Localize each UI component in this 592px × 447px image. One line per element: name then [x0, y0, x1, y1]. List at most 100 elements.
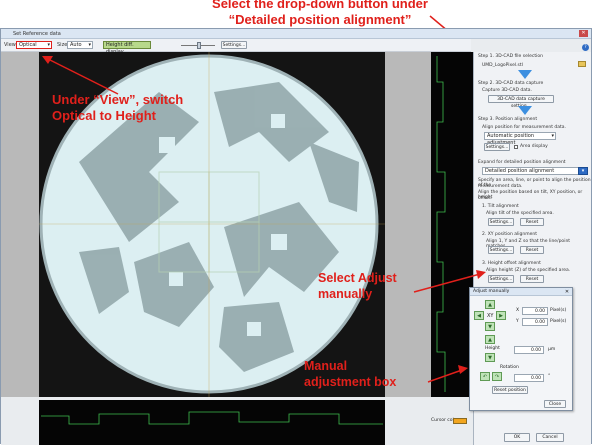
height-settings-label: Settings...	[489, 277, 513, 282]
chevron-down-icon: ▾	[581, 168, 585, 174]
cad-capture-settings-button[interactable]: 3D-CAD data capture setting...	[488, 95, 554, 109]
rotate-left-icon: ↶	[482, 374, 488, 380]
step1-title: Step 1. 3D-CAD file selection	[478, 54, 543, 59]
cancel-label: Cancel	[542, 435, 558, 440]
y-value-input[interactable]: 0.00	[522, 318, 548, 326]
step3-title: Step 3. Position alignment	[478, 117, 538, 122]
move-down-button[interactable]: ▼	[485, 322, 495, 331]
arrow-up-icon: ▲	[488, 337, 492, 343]
xy-settings-button[interactable]: Settings...	[488, 246, 514, 254]
dialog-close-icon[interactable]: ✕	[564, 289, 570, 295]
area-display-label: Area display	[520, 144, 548, 149]
arrow-up-icon: ▲	[488, 302, 492, 308]
tilt-settings-label: Settings...	[489, 220, 513, 225]
area-display-checkbox[interactable]	[514, 145, 518, 149]
annotation-arrow-view	[42, 56, 119, 95]
detailed-alignment-value: Detailed position alignment	[485, 168, 555, 174]
x-value: 0.00	[534, 309, 545, 314]
xy-title: 2. XY position alignment	[482, 232, 537, 237]
height-offset-title: 3. Height offset alignment	[482, 261, 541, 266]
lower-profile-area: Cursor color	[1, 397, 473, 445]
viewer-right-strip	[385, 52, 431, 397]
profile-panel-bottom	[39, 400, 385, 445]
size-select[interactable]: Auto ▾	[67, 41, 93, 49]
arrow-down-icon: ▼	[488, 324, 492, 330]
cursor-color-swatch[interactable]	[453, 418, 467, 424]
height-up-button[interactable]: ▲	[485, 335, 495, 344]
tilt-reset-label: Reset	[525, 220, 539, 225]
x-label: X	[516, 308, 520, 313]
xy-settings-label: Settings...	[489, 248, 513, 253]
adjust-manually-dialog: Adjust manually ✕ ▲ ◀ XY ▶ ▼ X 0.00 Pixe…	[469, 287, 573, 411]
ok-button[interactable]: OK	[504, 433, 530, 442]
rotate-ccw-button[interactable]: ↶	[480, 372, 490, 381]
detailed-alignment-select[interactable]: Detailed position alignment	[482, 167, 580, 175]
tilt-reset-button[interactable]: Reset	[520, 218, 544, 226]
xy-reset-button[interactable]: Reset	[520, 246, 544, 254]
window-close-icon[interactable]: ✕	[579, 30, 588, 37]
zoom-slider-thumb[interactable]	[197, 42, 201, 49]
chevron-down-icon: ▾	[88, 42, 91, 48]
tilt-settings-button[interactable]: Settings...	[488, 218, 514, 226]
dialog-close-button[interactable]: Close	[544, 400, 566, 408]
step-arrow-down-icon	[518, 70, 532, 79]
step1-file: UMD_LogoPixel.stl	[482, 63, 523, 68]
help-icon[interactable]: ?	[582, 44, 589, 51]
ok-label: OK	[513, 435, 521, 440]
alignment-method-select[interactable]: Automatic position adjustment▾	[484, 132, 556, 146]
arrow-down-icon: ▼	[488, 355, 492, 361]
step2-title: Step 2. 3D-CAD data capture	[478, 81, 544, 86]
xy-label: XY	[487, 313, 494, 319]
height-diff-display-toggle[interactable]: Height diff. display	[103, 41, 151, 55]
reset-position-button[interactable]: Reset position	[492, 386, 528, 394]
step3-settings-button[interactable]: Settings...	[484, 143, 510, 151]
height-settings-button[interactable]: Settings...	[488, 275, 514, 283]
detail-text-2: measurement data.	[478, 184, 523, 189]
dialog-close-label: Close	[548, 402, 562, 407]
chevron-down-icon: ▾	[47, 42, 50, 48]
height-down-button[interactable]: ▼	[485, 353, 495, 362]
height-reset-label: Reset	[525, 277, 539, 282]
rotation-label: Rotation	[500, 365, 519, 370]
rotate-right-icon: ↷	[494, 374, 500, 380]
move-right-button[interactable]: ▶	[496, 311, 506, 320]
step3-settings-label: Settings...	[485, 145, 509, 150]
rotation-unit: °	[548, 374, 551, 379]
height-reset-button[interactable]: Reset	[520, 275, 544, 283]
height-unit: µm	[548, 347, 556, 352]
step2-text: Capture 3D-CAD data.	[482, 88, 532, 93]
arrow-right-icon: ▶	[499, 313, 503, 319]
xy-reset-label: Reset	[525, 248, 539, 253]
profile-trace-right	[436, 56, 446, 392]
y-value: 0.00	[534, 320, 545, 325]
y-unit: Pixel(s)	[550, 319, 567, 324]
profile-panel-right	[431, 52, 473, 397]
profile-trace-bottom	[41, 411, 383, 425]
rotation-value-input[interactable]: 0.00	[514, 374, 544, 382]
cancel-button[interactable]: Cancel	[536, 433, 564, 442]
annotation-arrow-manual	[427, 365, 468, 383]
height-value-input[interactable]: 0.00	[514, 346, 544, 354]
detailed-alignment-dropdown-button[interactable]: ▾	[578, 167, 588, 175]
folder-icon[interactable]	[578, 61, 586, 67]
expand-title: Expand for detailed position alignment	[478, 160, 566, 165]
height-value: 0.00	[530, 348, 541, 353]
x-value-input[interactable]: 0.00	[522, 307, 548, 315]
rotation-value: 0.00	[530, 376, 541, 381]
detail-text-3: Align the position based on tilt, XY pos…	[478, 190, 583, 200]
move-up-button[interactable]: ▲	[485, 300, 495, 309]
x-unit: Pixel(s)	[550, 308, 567, 313]
tilt-title: 1. Tilt alignment	[482, 204, 519, 209]
size-select-value: Auto	[70, 42, 82, 48]
view-select-value: Optical	[19, 42, 37, 48]
arrow-left-icon: ◀	[477, 313, 481, 319]
move-left-button[interactable]: ◀	[474, 311, 484, 320]
toolbar-settings-button[interactable]: Settings...	[221, 41, 247, 49]
toolbar-settings-label: Settings...	[222, 43, 246, 48]
annotation-arrow-adjust	[413, 270, 486, 293]
step-arrow-down-icon	[518, 106, 532, 115]
viewer-left-strip	[1, 52, 39, 397]
rotate-cw-button[interactable]: ↷	[492, 372, 502, 381]
annotation-manual-line1: Manual	[304, 359, 348, 373]
view-select[interactable]: Optical ▾	[16, 41, 52, 49]
